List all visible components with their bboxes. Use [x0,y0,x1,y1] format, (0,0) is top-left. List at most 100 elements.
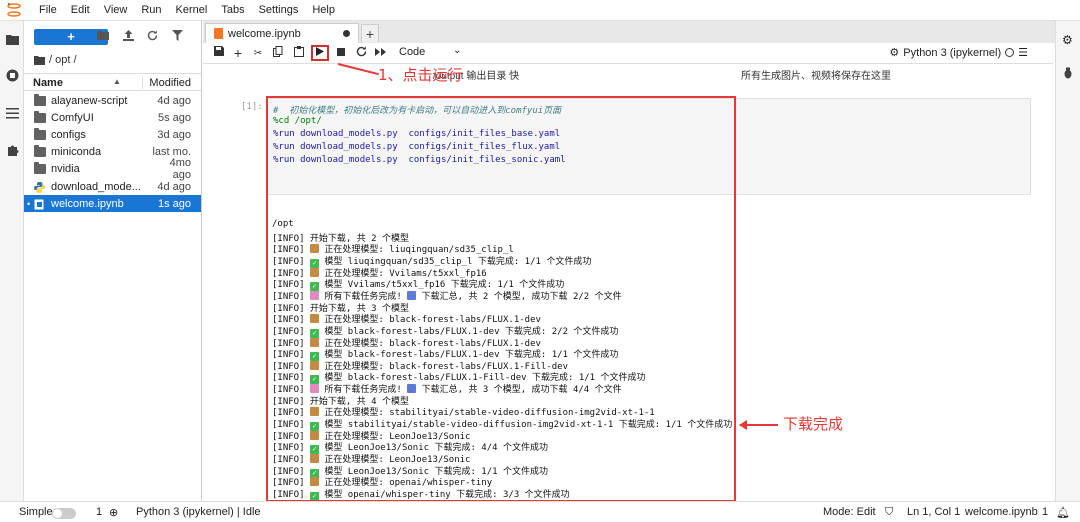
bell-icon[interactable]: 🔔︎ [1056,506,1070,519]
file-modified: last mo. [152,146,191,159]
folder-icon [34,127,46,140]
gear-icon[interactable]: ⚙ [1062,33,1073,47]
annotation-frame [266,96,736,501]
menubar: File Edit View Run Kernel Tabs Settings … [0,0,1080,21]
running-icon[interactable] [4,67,20,83]
menu-settings[interactable]: Settings [252,0,306,21]
folder-icon[interactable] [4,31,20,47]
status-bar: Simple 1 ⊕ Python 3 (ipykernel) | Idle M… [0,501,1080,522]
extension-icon[interactable] [4,141,20,157]
upload-icon[interactable] [121,30,135,44]
menu-help[interactable]: Help [305,0,342,21]
fast-forward-icon[interactable] [373,46,389,61]
tab-bar: welcome.ipynb + [203,21,1080,43]
notebook-file-icon [34,199,46,210]
kernel-status[interactable]: Python 3 (ipykernel) | Idle [136,506,261,518]
kernel-status-icon [1005,48,1015,57]
folder-icon [34,145,46,158]
table-of-contents-icon[interactable] [4,105,20,121]
file-name: download_mode... [51,180,141,193]
file-row[interactable]: ComfyUI 5s ago [24,109,201,126]
notebook-icon [214,28,223,39]
menu-icon[interactable]: ☰ [1018,46,1028,59]
file-row[interactable]: download_mode... 4d ago [24,178,201,195]
unsaved-dot-icon[interactable] [343,30,350,37]
insert-cell-icon[interactable]: + [230,46,246,61]
file-row[interactable]: • welcome.ipynb 1s ago [24,195,201,213]
modified-dot-icon: • [27,199,31,210]
python-file-icon [34,181,46,193]
notebook-content[interactable]: /output 输出目录 快 所有生成图片、视频将保存在这里 [1]: # 初始… [203,64,1053,501]
tab-label: welcome.ipynb [228,27,301,40]
stop-icon[interactable] [333,46,349,61]
file-modified: 4d ago [157,180,191,193]
run-highlight-box [311,45,329,61]
cursor-position[interactable]: Ln 1, Col 1 [907,506,960,518]
arrowhead-icon [739,420,747,430]
kernel-usage-icon[interactable]: ⊕ [109,506,118,519]
file-name: welcome.ipynb [51,197,124,210]
menu-view[interactable]: View [97,0,135,21]
cell-prompt: [1]: [241,102,263,112]
chevron-down-icon[interactable]: ⌄ [453,45,461,56]
file-name: miniconda [51,146,102,159]
notebook-toolbar: + ✂ Code ⌄ ⚙ Python 3 (ipykernel) ☰ [203,43,1053,64]
tab-welcome-ipynb[interactable]: welcome.ipynb [205,23,359,43]
breadcrumb: / opt / [34,54,77,66]
file-modified: 5s ago [157,111,191,124]
menu-edit[interactable]: Edit [64,0,97,21]
folder-icon [34,162,46,175]
paste-icon[interactable] [291,46,307,61]
folder-icon [34,110,46,123]
file-modified: 4d ago [157,94,191,107]
file-modified: 1s ago [157,197,191,210]
file-modified: 3d ago [157,128,191,141]
simple-mode-toggle[interactable] [52,508,76,519]
file-name: configs [51,128,86,141]
markdown-text: 所有生成图片、视频将保存在这里 [741,71,891,82]
cut-icon[interactable]: ✂ [250,46,266,61]
restart-icon[interactable] [353,46,369,61]
run-hint-annotation: 1、点击运行 [378,66,463,84]
folder-icon [34,93,46,106]
sort-arrow-icon[interactable]: ▲ [113,77,121,86]
file-name: ComfyUI [51,111,94,124]
column-modified[interactable]: Modified [142,77,191,89]
filter-icon[interactable] [170,30,184,44]
menu-run[interactable]: Run [134,0,168,21]
done-hint-annotation: 下载完成 [783,415,844,433]
mode-indicator: Mode: Edit [823,506,876,518]
status-filename: welcome.ipynb [965,506,1038,518]
kernel-indicator[interactable]: ⚙ Python 3 (ipykernel) ☰ [889,46,1028,60]
notification-count[interactable]: 1 [1042,506,1048,518]
folder-icon[interactable] [34,55,45,65]
file-name: nvidia [51,163,80,176]
shield-icon[interactable]: ⛉ [885,506,893,519]
cell-type-select[interactable]: Code [399,46,425,58]
add-tab-button[interactable]: + [361,24,379,42]
main-area: welcome.ipynb + + ✂ Code ⌄ ⚙ Python 3 (i… [203,21,1080,501]
menu-kernel[interactable]: Kernel [169,0,215,21]
file-row[interactable]: alayanew-script 4d ago [24,92,201,109]
kernel-name[interactable]: Python 3 (ipykernel) [903,47,1001,59]
left-sidebar-tabs [0,21,24,501]
gear-icon[interactable]: ⚙ [889,46,899,59]
debugger-icon[interactable] [1062,67,1074,82]
refresh-icon[interactable] [145,30,159,44]
file-row[interactable]: nvidia 4mo ago [24,157,201,181]
simple-mode-label: Simple [19,506,53,518]
menu-file[interactable]: File [32,0,64,21]
column-name[interactable]: Name [33,77,63,89]
file-row[interactable]: configs 3d ago [24,126,201,143]
copy-icon[interactable] [270,46,286,61]
file-list-header: Name ▲ Modified [24,73,201,91]
jupyter-logo-icon [6,2,22,18]
file-browser: + / opt / Name ▲ Modified alayanew-scrip… [24,21,202,501]
breadcrumb-path[interactable]: / opt / [49,54,77,66]
right-sidebar-tabs: ⚙ [1055,21,1080,501]
menu-tabs[interactable]: Tabs [214,0,251,21]
new-folder-icon[interactable] [96,30,110,44]
file-name: alayanew-script [51,94,128,107]
save-icon[interactable] [211,46,227,61]
terminal-count[interactable]: 1 [96,506,102,518]
